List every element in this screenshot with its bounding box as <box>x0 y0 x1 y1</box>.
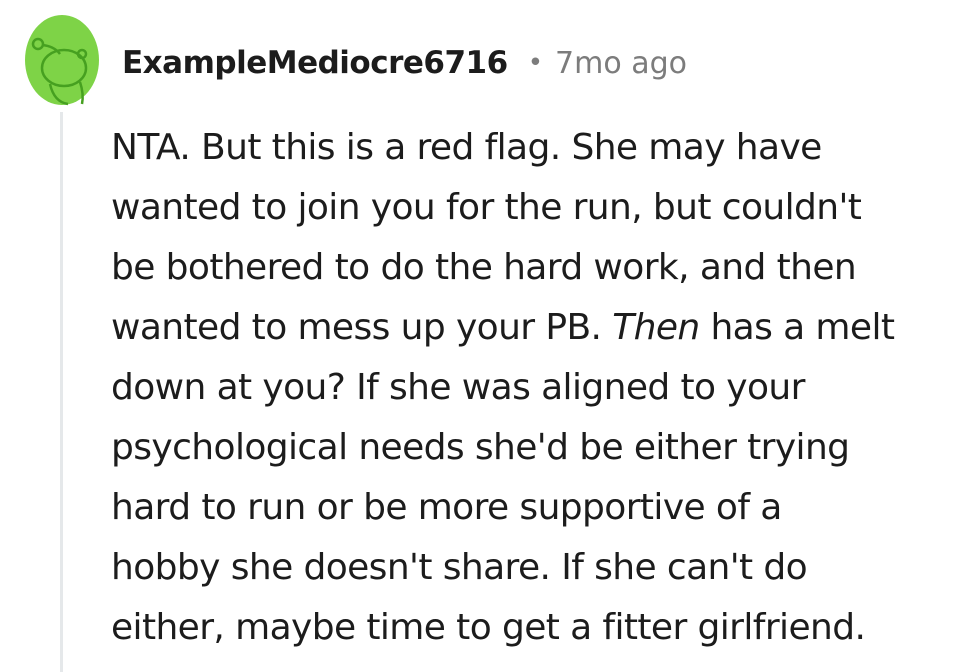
comment-line: either, maybe time to get a fitter girlf… <box>111 607 866 648</box>
comment-header: ExampleMediocre6716 • 7mo ago <box>122 40 687 86</box>
comment-thread-line[interactable] <box>60 112 63 672</box>
comment-line: wanted to mess up your PB. Then has a me… <box>111 298 956 358</box>
comment-text: wanted to mess up your PB. <box>111 307 613 348</box>
meta-separator: • <box>527 48 544 78</box>
comment-line: hobby she doesn't share. If she can't do <box>111 547 808 588</box>
comment-line: wanted to join you for the run, but coul… <box>111 187 862 228</box>
comment-line: psychological needs she'd be either tryi… <box>111 427 850 468</box>
emphasized-text: Then <box>612 307 700 348</box>
comment-body: NTA. But this is a red flag. She may hav… <box>111 118 956 658</box>
reddit-snoo-avatar-icon[interactable] <box>24 12 100 106</box>
comment-line: down at you? If she was aligned to your <box>111 367 805 408</box>
comment-line: hard to run or be more supportive of a <box>111 487 782 528</box>
comment-author-link[interactable]: ExampleMediocre6716 <box>122 45 508 81</box>
comment-timestamp[interactable]: 7mo ago <box>555 46 687 81</box>
comment-text: has a melt <box>699 307 895 348</box>
comment-line: be bothered to do the hard work, and the… <box>111 247 857 288</box>
comment-line: NTA. But this is a red flag. She may hav… <box>111 127 822 168</box>
